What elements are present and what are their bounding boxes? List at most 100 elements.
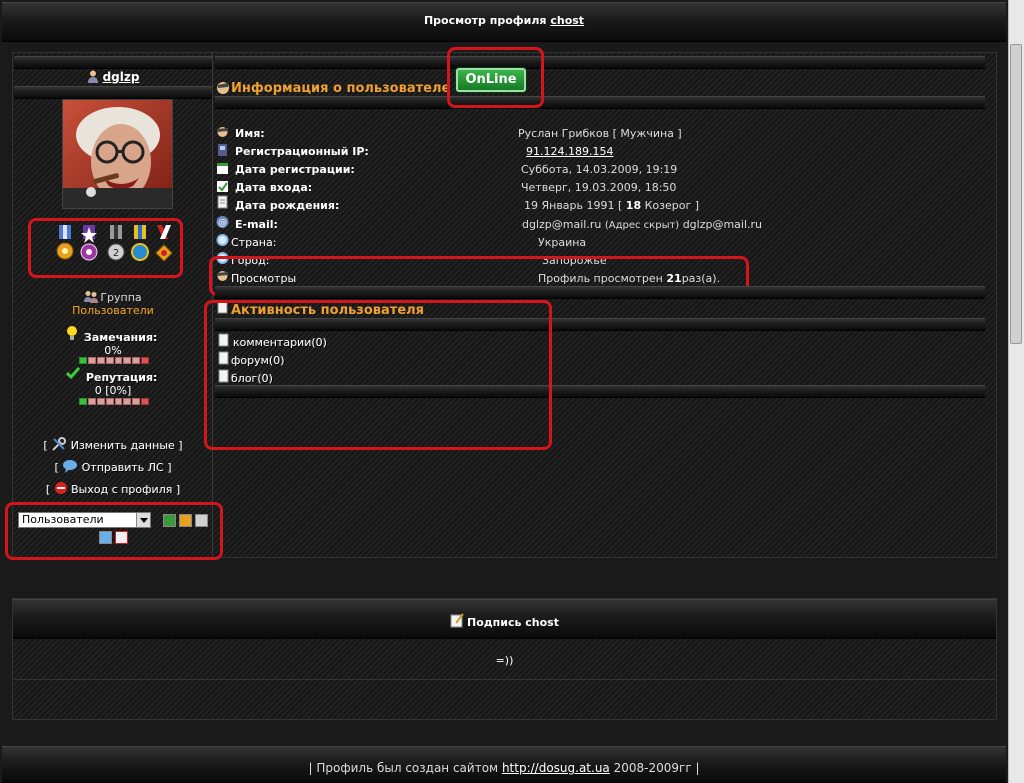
field-value-email: dglzp@mail.ru (Адрес скрыт) dglzp@mail.r… <box>522 218 762 231</box>
activity-subheader-bar <box>215 318 985 331</box>
svg-text:@: @ <box>218 218 227 228</box>
field-label-name: Имя: <box>235 127 265 140</box>
document-icon <box>217 351 230 365</box>
chat-bubble-icon <box>62 459 78 476</box>
activity-header-bar <box>215 286 985 299</box>
email-icon: @ <box>216 215 229 229</box>
bracket-close: ] <box>167 461 172 474</box>
email-text-2: dglzp@mail.ru <box>682 218 763 231</box>
group-label: Группа <box>100 291 142 304</box>
bracket-close: ] <box>175 483 181 496</box>
field-value-country: Украина <box>538 236 587 249</box>
send-pm-link[interactable]: Отправить ЛС <box>82 461 164 474</box>
add-button-icon[interactable] <box>163 514 176 527</box>
calendar-icon <box>216 161 229 175</box>
email-text: dglzp@mail.ru <box>522 218 602 231</box>
activity-section-title: Активность пользователя <box>231 303 425 318</box>
bracket-open: [ <box>45 483 51 496</box>
document-icon <box>216 195 229 209</box>
page-title-prefix: Просмотр профиля <box>423 14 547 27</box>
group-value: Пользователи <box>72 304 154 317</box>
field-value-views: Профиль просмотрен 21раз(а). <box>538 272 720 285</box>
reputation-value: 0 [0%] <box>94 384 132 397</box>
views-text: Профиль просмотрен <box>538 272 667 285</box>
online-status-badge: OnLine <box>456 68 526 92</box>
field-value-ip-link[interactable]: 91.124.189.154 <box>526 145 613 158</box>
bracket-open: [ <box>54 461 59 474</box>
avatar <box>62 99 173 209</box>
document-icon <box>217 369 230 383</box>
sidebar-subheader-bar <box>14 86 212 99</box>
username-link[interactable]: dglzp <box>103 70 140 84</box>
no-entry-icon <box>54 481 68 498</box>
info-header-bar <box>215 56 985 69</box>
footer-suffix: 2008-2009гг | <box>613 761 700 775</box>
document-icon <box>217 333 230 347</box>
field-label-city: Город: <box>231 254 270 267</box>
edit-profile-row: [ Изменить данные ] <box>13 437 213 454</box>
chevron-down-icon <box>136 513 150 527</box>
scrollbar-thumb[interactable] <box>1010 44 1022 344</box>
logout-link[interactable]: Выход с профиля <box>71 483 172 496</box>
footer-text: | Профиль был создан сайтом http://dosug… <box>2 761 1006 775</box>
field-label-email: E-mail: <box>235 218 278 231</box>
globe-icon <box>216 233 229 247</box>
medal-icon <box>130 225 150 263</box>
delete-button-icon[interactable] <box>115 531 128 544</box>
wrench-icon <box>51 437 67 454</box>
svg-text:2: 2 <box>113 248 119 259</box>
info-section-title: Информация о пользователе <box>231 81 451 96</box>
field-label-birth-date: Дата рождения: <box>235 199 340 212</box>
activity-footer-bar <box>215 385 985 398</box>
medal-icon <box>79 225 99 263</box>
user-icon <box>87 70 99 83</box>
views-count: 21 <box>666 272 682 285</box>
page-title: Просмотр профиля chost <box>2 14 1006 27</box>
note-icon <box>450 613 464 631</box>
signature-title: Подпись chost <box>467 616 559 629</box>
bracket-close: ] <box>178 439 183 452</box>
activity-comments-link[interactable]: комментарии(0) <box>233 336 327 349</box>
bulb-icon <box>66 325 78 344</box>
group-select-value: Пользователи <box>22 513 104 526</box>
activity-blog-link[interactable]: блог(0) <box>231 372 273 385</box>
footer-site-link[interactable]: http://dosug.at.ua <box>502 761 610 775</box>
edit-profile-link[interactable]: Изменить данные <box>71 439 175 452</box>
star-button-icon[interactable] <box>179 514 192 527</box>
globe-icon <box>216 251 229 265</box>
profile-name-link[interactable]: chost <box>550 14 584 27</box>
ip-icon <box>216 143 229 157</box>
field-label-registration-date: Дата регистрации: <box>235 163 355 176</box>
birth-age: 18 <box>625 199 642 212</box>
footer-prefix: | Профиль был создан сайтом <box>308 761 499 775</box>
edit-button-icon[interactable] <box>195 514 208 527</box>
email-hidden-note: (Адрес скрыт) <box>604 220 680 231</box>
warnings-label: Замечания: <box>84 331 158 344</box>
calendar-check-icon <box>216 179 229 193</box>
sidebar-header-bar <box>14 56 212 69</box>
info-subheader-bar <box>215 96 985 109</box>
birth-date-text: 19 Январь 1991 [ <box>524 199 626 212</box>
medal-icon <box>154 225 174 263</box>
field-label-views: Просмотры <box>231 272 297 285</box>
sidebar-username: dglzp <box>13 70 213 84</box>
check-icon <box>65 366 81 383</box>
field-value-registration-date: Суббота, 14.03.2009, 19:19 <box>521 163 678 176</box>
signature-text: =)) <box>495 654 514 667</box>
medal-icon <box>55 225 75 263</box>
group-block: Группа Пользователи <box>13 290 213 317</box>
person-icon <box>216 126 229 140</box>
field-label-login-date: Дата входа: <box>235 181 313 194</box>
activity-forum-link[interactable]: форум(0) <box>231 354 285 367</box>
group-icon <box>84 290 99 303</box>
field-label-country: Страна: <box>231 236 277 249</box>
field-value-birth-date: 19 Январь 1991 [ 18 Козерог ] <box>524 199 699 212</box>
reputation-label: Репутация: <box>86 371 158 384</box>
views-suffix: раз(а). <box>681 272 721 285</box>
field-value-name: Руслан Грибков [ Мужчина ] <box>518 127 682 140</box>
field-value-login-date: Четверг, 19.03.2009, 18:50 <box>521 181 677 194</box>
field-label-ip: Регистрационный IP: <box>235 145 369 158</box>
group-select[interactable]: Пользователи <box>18 512 151 528</box>
warnings-progress-bar <box>79 357 149 364</box>
pencil-button-icon[interactable] <box>99 531 112 544</box>
